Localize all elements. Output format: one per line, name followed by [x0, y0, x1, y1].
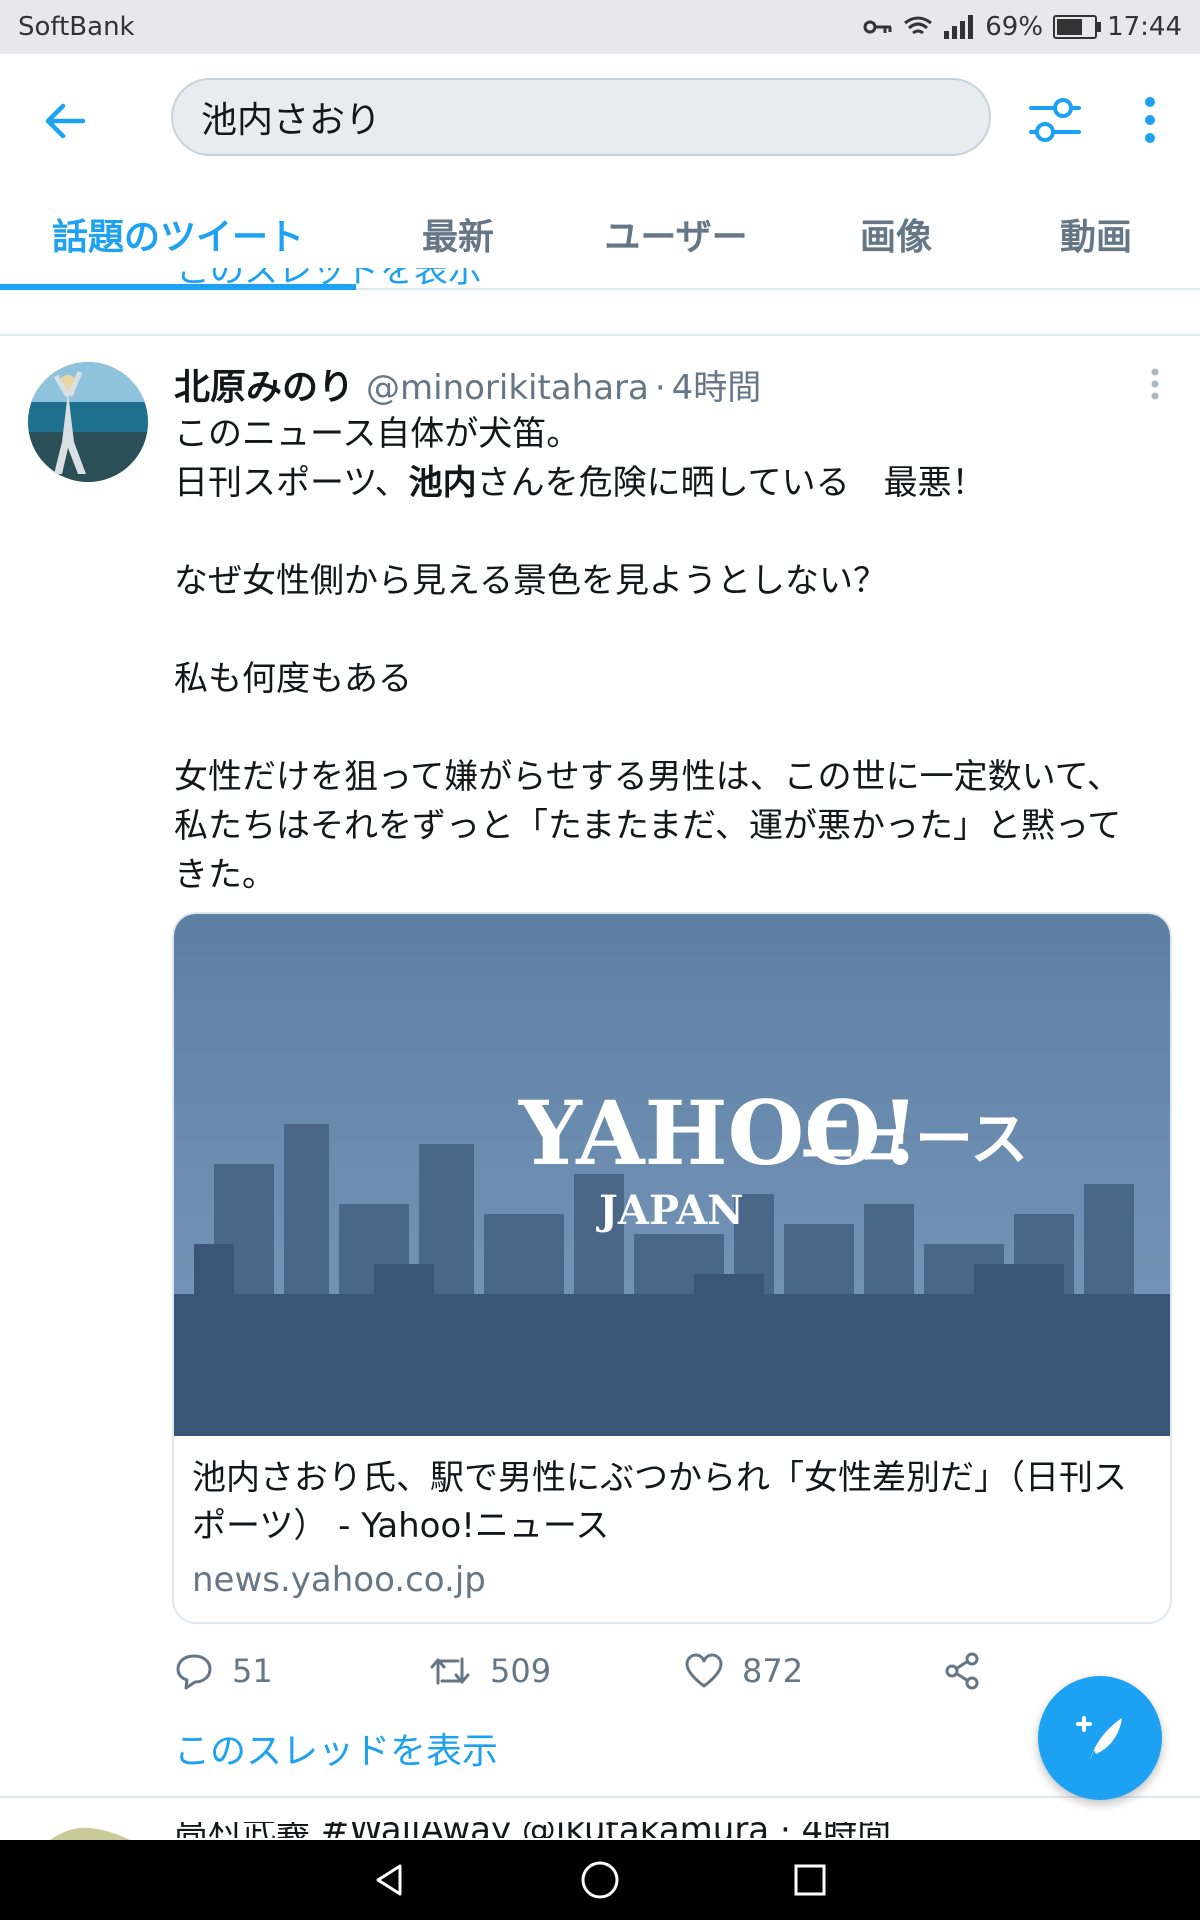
tab-users[interactable]: ユーザー: [580, 180, 772, 288]
next-tweet-avatar[interactable]: [40, 1824, 140, 1840]
wifi-icon: [904, 16, 933, 35]
avatar-image: [28, 362, 148, 482]
reply-icon: [176, 1654, 212, 1690]
nav-home-button[interactable]: [572, 1852, 628, 1908]
prev-show-thread-link[interactable]: このスレッドを表示: [176, 268, 482, 302]
tweet-line: このニュース自体が犬笛。: [174, 414, 581, 454]
circle-home-icon: [581, 1861, 619, 1899]
meta-separator: ·: [654, 368, 666, 408]
card-logo-news: ニュース: [799, 1105, 1028, 1173]
tweet-header: 北原みのり @minorikitahara · 4時間: [174, 358, 761, 408]
search-highlight: 池内: [408, 463, 477, 503]
next-avatar-image: [50, 1827, 130, 1840]
vpn-key-icon: [863, 20, 892, 34]
divider: [0, 1796, 1200, 1798]
divider: [0, 334, 1200, 336]
search-filter-button[interactable]: [1025, 90, 1085, 150]
search-query-text: 池内さおり: [201, 100, 382, 141]
nav-recents-button[interactable]: [782, 1852, 838, 1908]
link-card[interactable]: YAHOO! JAPAN ニュース 池内さおり氏、駅で男性にぶつかられ「女性差別…: [172, 912, 1172, 1624]
author-handle[interactable]: @minorikitahara: [366, 368, 649, 408]
tweet-line: 日刊スポーツ、池内さんを危険に晒している 最悪！: [174, 459, 1154, 508]
more-vertical-icon: [1151, 368, 1159, 400]
triangle-back-icon: [376, 1864, 402, 1896]
show-thread-link[interactable]: このスレッドを表示: [174, 1722, 498, 1774]
carrier-label: SoftBank: [18, 12, 135, 42]
system-navigation-bar: [0, 1840, 1200, 1920]
overflow-menu-button[interactable]: [1130, 90, 1170, 150]
tweet-text-span: 日刊スポーツ、: [174, 463, 409, 503]
card-image: YAHOO! JAPAN ニュース: [174, 914, 1170, 1436]
feather-plus-icon: [1076, 1716, 1122, 1760]
author-name[interactable]: 北原みのり: [174, 358, 354, 410]
tweet-actions: 51 509 872: [174, 1646, 1054, 1696]
search-input[interactable]: 池内さおり: [171, 78, 991, 156]
tweet-line: なぜ女性側から見える景色を見ようとしない？: [174, 561, 887, 601]
prev-show-thread-label: このスレッドを表示: [176, 268, 482, 291]
compose-tweet-button[interactable]: [1038, 1676, 1162, 1800]
signal-icon: [944, 15, 974, 39]
battery-percent: 69%: [985, 12, 1044, 42]
search-header: 池内さおり: [0, 54, 1200, 180]
tweet-text-span: さんを危険に晒している 最悪！: [476, 463, 986, 503]
tab-videos[interactable]: 動画: [1018, 180, 1174, 288]
tweet-line: 女性だけを狙って嫌がらせする男性は、この世に一定数いて、私たちはそれをずっと「た…: [174, 757, 1122, 895]
card-domain: news.yahoo.co.jp: [192, 1560, 486, 1600]
tab-images[interactable]: 画像: [818, 180, 974, 288]
tweet-line: 私も何度もある: [174, 659, 412, 699]
nav-back-button[interactable]: [362, 1852, 418, 1908]
heart-icon: [685, 1653, 723, 1688]
tweet-menu-button[interactable]: [1140, 364, 1170, 404]
sliders-icon: [1029, 98, 1081, 142]
clock: 17:44: [1107, 12, 1182, 42]
status-bar: SoftBank 69% 17:44: [0, 0, 1200, 54]
card-title: 池内さおり氏、駅で男性にぶつかられ「女性差別だ」（日刊スポーツ） - Yahoo…: [192, 1458, 1127, 1546]
retweet-button[interactable]: 509: [428, 1646, 551, 1696]
like-button[interactable]: 872: [684, 1646, 803, 1696]
next-tweet-header: 高村武義 #WallAway @ikutakamura · 4時間: [174, 1822, 891, 1838]
reply-button[interactable]: 51: [174, 1646, 273, 1696]
back-button[interactable]: [38, 94, 92, 148]
avatar[interactable]: [28, 362, 148, 482]
battery-icon: [1053, 15, 1102, 39]
tweet-text: このニュース自体が犬笛。 日刊スポーツ、池内さんを危険に晒している 最悪！ なぜ…: [174, 410, 1154, 900]
square-recents-icon: [794, 1864, 826, 1896]
more-vertical-icon: [1145, 97, 1155, 143]
next-tweet-preview: 高村武義 #WallAway @ikutakamura · 4時間: [174, 1822, 891, 1838]
card-logo-japan: JAPAN: [596, 1187, 744, 1234]
reply-count: 51: [232, 1652, 273, 1690]
retweet-icon: [430, 1657, 470, 1685]
tweet-time: 4時間: [671, 368, 762, 408]
retweet-count: 509: [490, 1652, 552, 1690]
share-button[interactable]: [942, 1646, 982, 1696]
like-count: 872: [742, 1652, 804, 1690]
arrow-left-icon: [45, 103, 86, 139]
share-icon: [945, 1652, 979, 1690]
